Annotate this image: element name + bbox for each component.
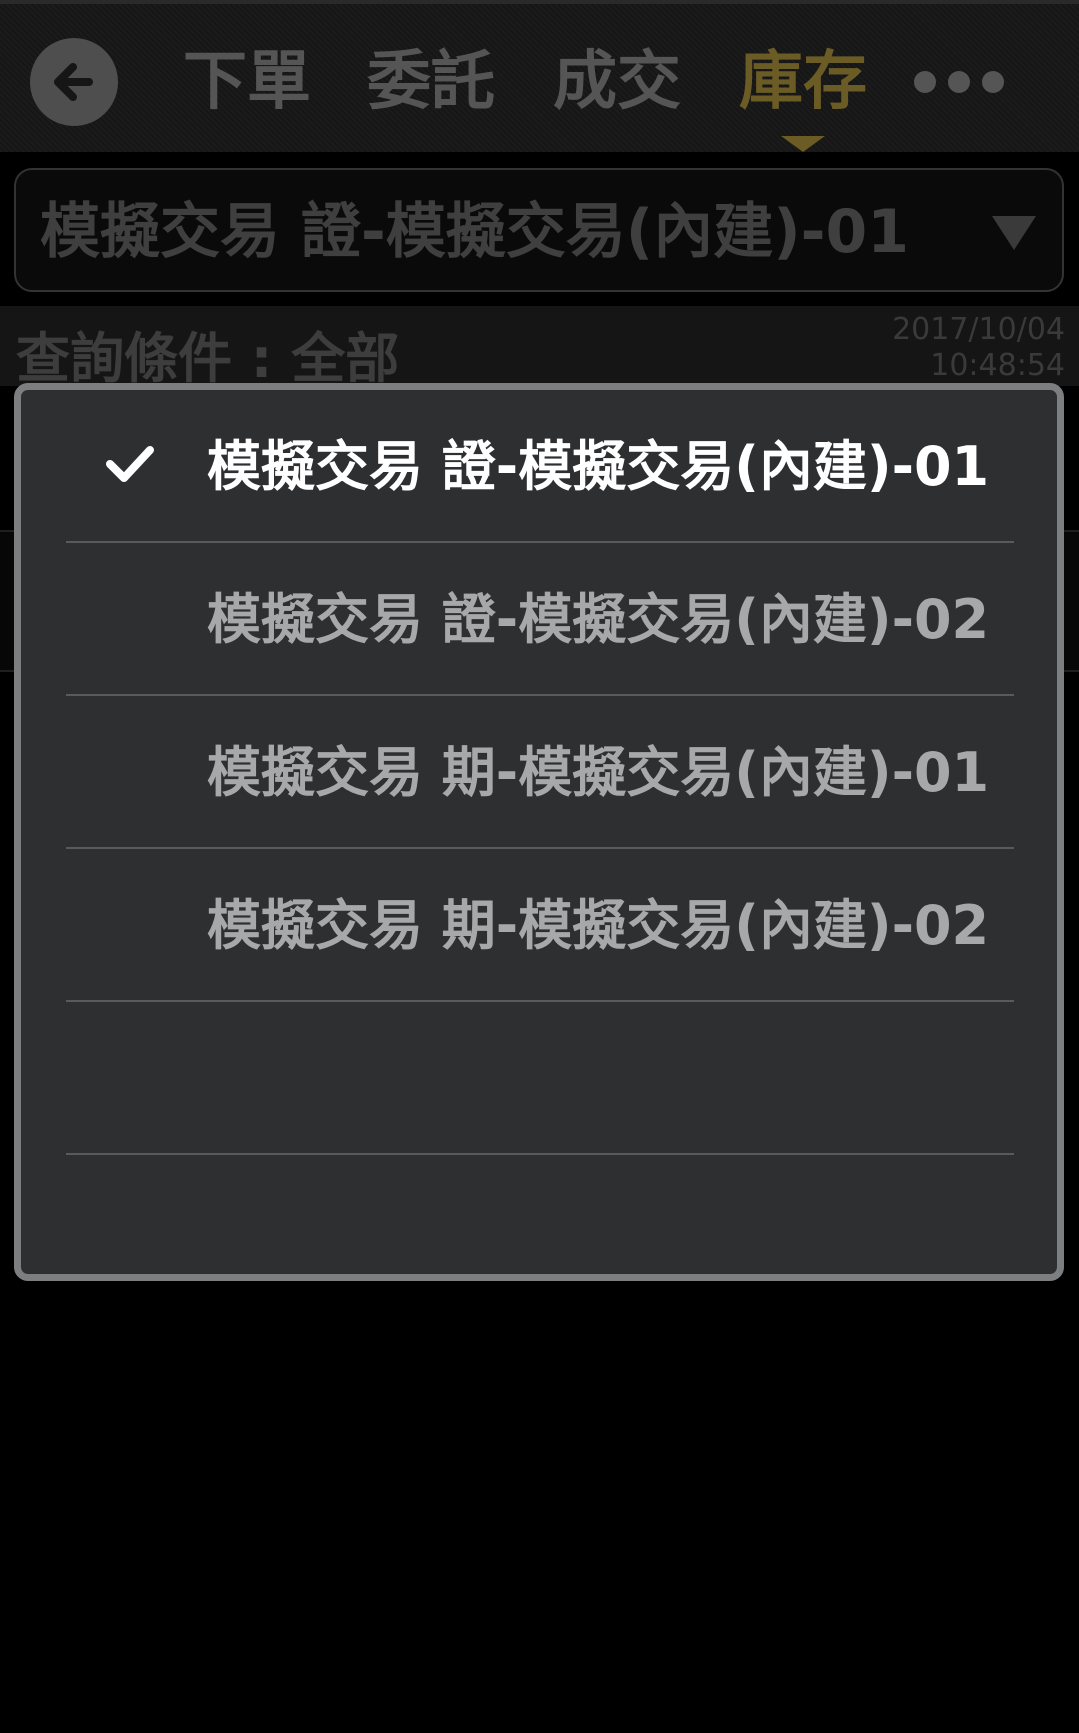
query-time: 10:48:54 (930, 348, 1065, 383)
account-options-list: 模擬交易 證-模擬交易(內建)-01 模擬交易 證-模擬交易(內建)-02 模擬… (66, 390, 1014, 1308)
more-dots-icon (948, 71, 970, 93)
caret-down-icon (992, 216, 1036, 250)
arrow-left-icon (54, 63, 93, 101)
account-picker-dialog: 模擬交易 證-模擬交易(內建)-01 模擬交易 證-模擬交易(內建)-02 模擬… (14, 383, 1064, 1281)
more-dots-icon (914, 71, 936, 93)
tab-deal[interactable]: 成交 (553, 38, 681, 126)
account-option-label: 模擬交易 證-模擬交易(內建)-02 (207, 588, 990, 651)
active-tab-indicator (781, 136, 825, 152)
app-root: 下單 委託 成交 庫存 模擬交易 證-模擬交易(內建)-01 查詢條件 : 全部… (0, 0, 1079, 1733)
tab-entrust[interactable]: 委託 (367, 38, 495, 126)
account-option-label: 模擬交易 期-模擬交易(內建)-01 (207, 741, 990, 804)
tab-inventory[interactable]: 庫存 (739, 38, 867, 126)
query-date: 2017/10/04 (892, 312, 1065, 347)
checkmark-icon (106, 446, 154, 482)
account-option-label: 模擬交易 期-模擬交易(內建)-02 (207, 894, 990, 957)
account-option[interactable]: 模擬交易 期-模擬交易(內建)-02 (66, 849, 1014, 1002)
account-select[interactable]: 模擬交易 證-模擬交易(內建)-01 (14, 168, 1064, 292)
more-button[interactable] (914, 60, 1004, 104)
query-condition-label: 查詢條件 : 全部 (16, 327, 400, 390)
top-tab-bar: 下單 委託 成交 庫存 (0, 0, 1079, 152)
account-select-value: 模擬交易 證-模擬交易(內建)-01 (40, 197, 910, 267)
tab-order[interactable]: 下單 (183, 38, 311, 126)
more-dots-icon (982, 71, 1004, 93)
empty-option (66, 1155, 1014, 1308)
account-option[interactable]: 模擬交易 證-模擬交易(內建)-02 (66, 543, 1014, 696)
empty-option (66, 1002, 1014, 1155)
query-row: 查詢條件 : 全部 2017/10/04 10:48:54 (0, 306, 1079, 390)
query-timestamp: 2017/10/04 10:48:54 (892, 312, 1065, 384)
account-option-label: 模擬交易 證-模擬交易(內建)-01 (207, 435, 990, 498)
account-option[interactable]: 模擬交易 期-模擬交易(內建)-01 (66, 696, 1014, 849)
back-button[interactable] (30, 38, 118, 126)
account-option[interactable]: 模擬交易 證-模擬交易(內建)-01 (66, 390, 1014, 543)
